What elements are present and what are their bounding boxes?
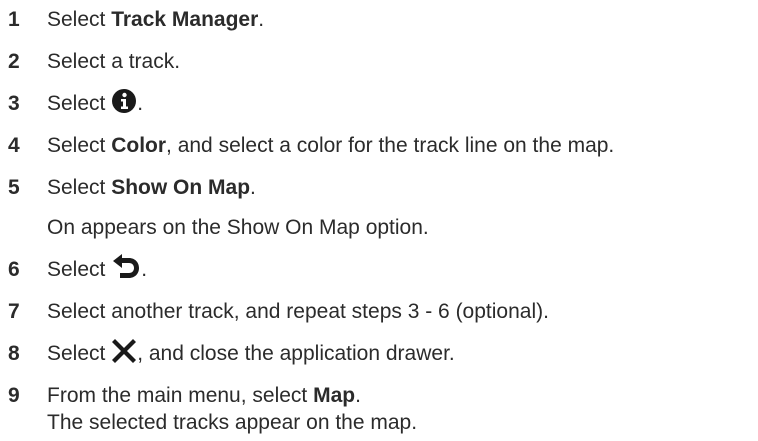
- step-text: Select , and close the application drawe…: [47, 336, 455, 376]
- step-text-pre: Select: [47, 8, 112, 31]
- step-number: 1: [8, 8, 20, 31]
- step-text: Select Color, and select a color for the…: [47, 128, 614, 164]
- info-icon: [111, 88, 137, 126]
- step-text-post: .: [141, 258, 148, 281]
- step-number: 8: [8, 342, 20, 365]
- step-text-post: .: [250, 176, 256, 199]
- step-text: Select Track Manager.: [47, 2, 264, 38]
- step-text-pre: Select: [47, 258, 112, 281]
- step-text-pre: From the main menu, select: [47, 384, 314, 407]
- step-number: 7: [8, 300, 20, 323]
- back-arrow-icon: [111, 254, 141, 292]
- step-text: Select another track, and repeat steps 3…: [47, 294, 549, 330]
- step-text: Select Show On Map.: [47, 170, 256, 206]
- step-text-bold: Show On Map: [111, 176, 251, 199]
- step-text-pre: Select a track.: [47, 50, 181, 73]
- step-text-post: .: [137, 92, 144, 115]
- step-text-pre: Select: [47, 342, 112, 365]
- step-text-bold: Color: [111, 134, 167, 157]
- step-number: 2: [8, 50, 20, 73]
- step-9-note: The selected tracks appear on the map.: [47, 411, 418, 434]
- step-number: 9: [8, 384, 20, 407]
- close-x-icon: [111, 338, 137, 376]
- step-text-post: .: [355, 384, 361, 407]
- step-text-pre: Select: [47, 92, 112, 115]
- step-text-post: , and select a color for the track line …: [166, 134, 615, 157]
- step-text-bold: Map: [313, 384, 356, 407]
- step-text-post: .: [258, 8, 265, 31]
- step-number: 4: [8, 134, 20, 157]
- step-text-pre: Select: [47, 176, 112, 199]
- step-text-post: , and close the application drawer.: [137, 342, 455, 365]
- step-number: 3: [8, 92, 20, 115]
- step-text: Select .: [47, 252, 147, 292]
- step-text-pre: Select: [47, 134, 112, 157]
- step-number: 5: [8, 176, 20, 199]
- step-text: Select .: [47, 86, 143, 126]
- step-text-pre: Select another track, and repeat steps 3…: [47, 300, 549, 323]
- step-text: Select a track.: [47, 44, 180, 80]
- step-5-note: On appears on the Show On Map option.: [47, 216, 429, 239]
- step-number: 6: [8, 258, 20, 281]
- step-text-bold: Track Manager: [111, 8, 259, 31]
